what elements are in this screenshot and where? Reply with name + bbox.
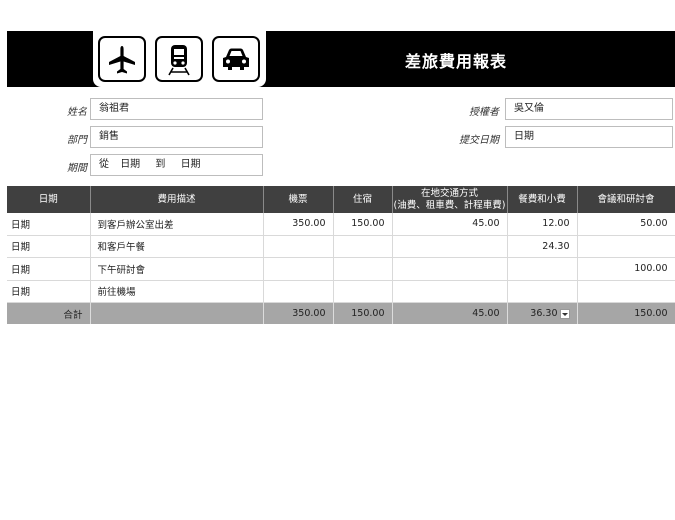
airplane-icon [98, 36, 146, 82]
report-title: 差旅費用報表 [405, 52, 508, 71]
expense-table: 日期 費用描述 機票 住宿 在地交通方式 (油費、租車費、計程車費) 餐費和小費… [7, 186, 675, 324]
cell-description[interactable]: 到客戶辦公室出差 [90, 213, 264, 236]
travel-icons-panel [93, 31, 266, 87]
col-header-transport-line1: 在地交通方式 [420, 187, 478, 199]
table-header-row: 日期 費用描述 機票 住宿 在地交通方式 (油費、租車費、計程車費) 餐費和小費… [7, 186, 675, 213]
cell-transport[interactable] [392, 235, 508, 258]
train-icon [155, 36, 203, 82]
cell-description[interactable]: 前往機場 [90, 280, 264, 303]
cell-lodging[interactable] [333, 280, 393, 303]
period-end-date: 日期 [180, 159, 201, 170]
cell-date[interactable]: 日期 [7, 235, 91, 258]
cell-date[interactable]: 日期 [7, 257, 91, 281]
name-label: 姓名 [67, 107, 87, 118]
col-header-date[interactable]: 日期 [7, 186, 91, 213]
total-meals-cell: 36.30 [507, 302, 578, 324]
cell-meals[interactable] [507, 257, 578, 281]
cell-meals[interactable]: 24.30 [507, 235, 578, 258]
cell-transport[interactable] [392, 257, 508, 281]
report-header: 差旅費用報表 [7, 31, 675, 87]
table-row: 日期 下午研討會 100.00 [7, 257, 675, 281]
cell-date[interactable]: 日期 [7, 213, 91, 236]
cell-airfare[interactable] [263, 235, 334, 258]
period-label: 期間 [67, 163, 87, 174]
period-to-text: 到 [155, 159, 166, 170]
cell-conference[interactable]: 50.00 [577, 213, 675, 236]
department-field[interactable]: 銷售 [90, 126, 263, 148]
cell-lodging[interactable] [333, 235, 393, 258]
col-header-conference[interactable]: 會議和研討會 [577, 186, 675, 213]
dropdown-arrow-icon[interactable] [559, 309, 570, 319]
cell-airfare[interactable]: 350.00 [263, 213, 334, 236]
col-header-meals[interactable]: 餐費和小費 [507, 186, 578, 213]
col-header-transport[interactable]: 在地交通方式 (油費、租車費、計程車費) [392, 186, 508, 213]
total-lodging: 150.00 [333, 302, 393, 324]
table-row: 日期 到客戶辦公室出差 350.00 150.00 45.00 12.00 50… [7, 213, 675, 236]
col-header-lodging[interactable]: 住宿 [333, 186, 393, 213]
cell-description[interactable]: 和客戶午餐 [90, 235, 264, 258]
total-label: 合計 [7, 302, 91, 324]
cell-transport[interactable] [392, 280, 508, 303]
approver-label: 授權者 [469, 107, 499, 118]
cell-conference[interactable] [577, 235, 675, 258]
period-from-text: 從 [99, 159, 109, 170]
col-header-transport-line2: (油費、租車費、計程車費) [393, 199, 506, 211]
period-field[interactable]: 從 日期 到 日期 [90, 154, 263, 176]
cell-meals[interactable]: 12.00 [507, 213, 578, 236]
total-meals: 36.30 [530, 308, 558, 319]
total-description-cell [90, 302, 264, 324]
cell-conference[interactable] [577, 280, 675, 303]
col-header-airfare[interactable]: 機票 [263, 186, 334, 213]
department-label: 部門 [67, 135, 87, 146]
total-row: 合計 350.00 150.00 45.00 36.30 150.00 [7, 302, 675, 324]
cell-transport[interactable]: 45.00 [392, 213, 508, 236]
table-row: 日期 和客戶午餐 24.30 [7, 235, 675, 258]
cell-lodging[interactable]: 150.00 [333, 213, 393, 236]
cell-lodging[interactable] [333, 257, 393, 281]
cell-conference[interactable]: 100.00 [577, 257, 675, 281]
cell-airfare[interactable] [263, 280, 334, 303]
name-field[interactable]: 翁祖君 [90, 98, 263, 120]
total-transport: 45.00 [392, 302, 508, 324]
cell-description[interactable]: 下午研討會 [90, 257, 264, 281]
car-icon [212, 36, 260, 82]
cell-airfare[interactable] [263, 257, 334, 281]
table-row: 日期 前往機場 [7, 280, 675, 303]
submit-date-field[interactable]: 日期 [505, 126, 673, 148]
total-airfare: 350.00 [263, 302, 334, 324]
total-conference: 150.00 [577, 302, 675, 324]
cell-date[interactable]: 日期 [7, 280, 91, 303]
cell-meals[interactable] [507, 280, 578, 303]
col-header-description[interactable]: 費用描述 [90, 186, 264, 213]
period-start-date: 日期 [120, 159, 141, 170]
approver-field[interactable]: 吳又倫 [505, 98, 673, 120]
submit-date-label: 提交日期 [459, 135, 499, 146]
